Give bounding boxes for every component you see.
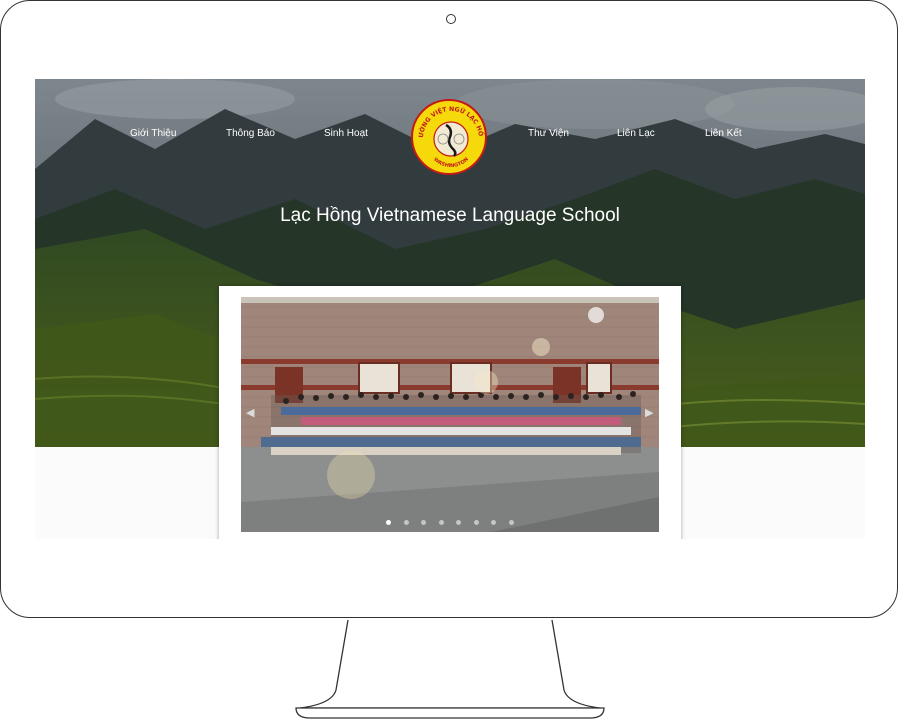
website-screen: Giới Thiệu Thông Báo Sinh Hoạt TRƯỜNG VI… — [35, 79, 865, 539]
slider-pagination — [219, 514, 681, 526]
nav-lien-lac[interactable]: Liên Lạc — [617, 128, 655, 139]
slider-dot-6[interactable] — [473, 520, 479, 526]
slide-image-group-photo — [241, 297, 659, 532]
monitor-frame: Giới Thiệu Thông Báo Sinh Hoạt TRƯỜNG VI… — [0, 0, 898, 618]
webcam-icon — [446, 14, 456, 24]
nav-thu-vien[interactable]: Thư Viện — [528, 128, 569, 139]
slider-dot-8[interactable] — [508, 520, 514, 526]
school-logo[interactable]: TRƯỜNG VIỆT NGỮ LẠC HỒNG WASHINGTON — [411, 99, 487, 175]
nav-sinh-hoat[interactable]: Sinh Hoạt — [324, 128, 368, 139]
logo-seal-icon: TRƯỜNG VIỆT NGỮ LẠC HỒNG WASHINGTON — [413, 101, 487, 170]
site-title: Lạc Hồng Vietnamese Language School — [280, 205, 620, 226]
photo-slider: ◀ ▶ — [219, 286, 681, 539]
svg-text:WASHINGTON: WASHINGTON — [432, 157, 470, 170]
slider-next-button[interactable]: ▶ — [645, 406, 653, 419]
group-photo-image — [241, 297, 659, 532]
nav-lien-ket[interactable]: Liên Kết — [705, 128, 742, 139]
nav-thong-bao[interactable]: Thông Báo — [226, 128, 275, 139]
nav-gioi-thieu[interactable]: Giới Thiệu — [130, 128, 176, 139]
slider-prev-button[interactable]: ◀ — [246, 406, 254, 419]
